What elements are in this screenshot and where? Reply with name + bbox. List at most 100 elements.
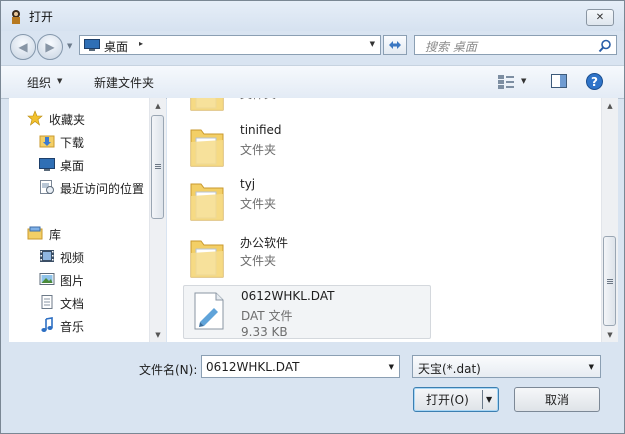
list-item[interactable]: 办公软件 文件夹 (183, 231, 431, 285)
close-icon: ✕ (595, 12, 605, 23)
list-item[interactable]: 文件夹 (183, 98, 431, 118)
navigation-pane-scrollbar[interactable]: ▲ ▼ (149, 98, 166, 342)
file-type-filter[interactable]: 天宝(*.dat) ▼ (412, 355, 601, 378)
views-dropdown-icon[interactable]: ▼ (521, 77, 526, 85)
refresh-button[interactable] (383, 35, 407, 55)
open-options-dropdown-icon[interactable]: ▼ (486, 395, 492, 404)
cancel-button[interactable]: 取消 (514, 387, 600, 412)
preview-pane-icon[interactable] (551, 74, 567, 88)
scroll-up-icon[interactable]: ▲ (150, 98, 166, 113)
file-type: 文件夹 (240, 98, 276, 102)
forward-button[interactable]: ▶ (37, 34, 63, 60)
organize-dropdown-icon[interactable]: ▼ (57, 77, 62, 85)
open-file-dialog: 打开 ✕ ◀ ▶ ▼ 桌面 ▸ ▼ 搜索 桌面 组织 ▼ 新建文件夹 ▼ ? 收… (0, 0, 625, 434)
library-icon (27, 226, 43, 240)
recent-places-icon (40, 180, 54, 194)
help-icon[interactable]: ? (586, 73, 603, 90)
scroll-down-icon[interactable]: ▼ (602, 327, 618, 342)
sidebar-item-pictures[interactable]: 图片 (9, 269, 149, 289)
sidebar-header-favorites[interactable]: 收藏夹 (9, 108, 149, 128)
file-type-filter-value: 天宝(*.dat) (418, 362, 481, 376)
star-icon (27, 110, 43, 126)
back-button[interactable]: ◀ (10, 34, 36, 60)
file-type: 文件夹 (240, 254, 277, 268)
arrow-right-icon: ▶ (45, 40, 55, 54)
window-title: 打开 (29, 10, 54, 24)
file-type: DAT 文件 (241, 309, 293, 323)
sidebar-item-label: 文档 (60, 297, 85, 311)
sidebar-item-label: 收藏夹 (49, 113, 86, 127)
file-list-scrollbar[interactable]: ▲ ▼ (601, 98, 618, 342)
folder-icon (190, 183, 224, 221)
app-icon (12, 10, 20, 24)
address-dropdown-icon[interactable]: ▼ (370, 40, 375, 48)
sidebar-item-label: 图片 (60, 274, 85, 288)
recent-locations-dropdown[interactable]: ▼ (67, 42, 72, 50)
video-library-icon (40, 250, 54, 262)
sidebar-item-label: 最近访问的位置 (60, 182, 145, 196)
file-name: tyj (240, 177, 256, 191)
filename-label: 文件名(N): (139, 363, 198, 377)
list-item[interactable]: tinified 文件夹 (183, 120, 431, 174)
file-list-pane: 文件夹 tinified 文件夹 tyj 文件夹 办公软件 文件夹 (167, 98, 601, 342)
sidebar-item-label: 库 (49, 228, 62, 242)
chevron-down-icon[interactable]: ▼ (389, 363, 394, 371)
sidebar-header-libraries[interactable]: 库 (9, 223, 149, 243)
sidebar-item-documents[interactable]: 文档 (9, 292, 149, 312)
folder-icon (190, 240, 224, 278)
download-folder-icon (39, 135, 55, 148)
scroll-thumb[interactable] (151, 115, 164, 219)
file-size: 9.33 KB (241, 325, 288, 339)
address-bar[interactable]: 桌面 ▸ ▼ (79, 35, 381, 55)
sidebar-item-videos[interactable]: 视频 (9, 246, 149, 266)
sidebar-item-label: 桌面 (60, 159, 85, 173)
split-divider (482, 390, 483, 409)
address-location[interactable]: 桌面 (104, 38, 128, 55)
music-library-icon (41, 317, 53, 332)
open-button-label: 打开(O) (426, 393, 469, 407)
scroll-up-icon[interactable]: ▲ (602, 98, 618, 113)
sidebar-item-music[interactable]: 音乐 (9, 315, 149, 335)
organize-menu[interactable]: 组织 (27, 74, 51, 91)
sidebar-item-label: 音乐 (60, 320, 85, 334)
dat-file-icon (194, 292, 224, 330)
file-name: 办公软件 (240, 236, 289, 250)
title-bar[interactable]: 打开 ✕ (1, 1, 624, 31)
folder-icon (190, 98, 224, 111)
navigation-pane: 收藏夹 下载 桌面 最近访问的位置 库 视频 图片 文档 音乐 (9, 98, 149, 342)
pictures-library-icon (39, 273, 55, 285)
file-type: 文件夹 (240, 143, 277, 157)
sidebar-item-desktop[interactable]: 桌面 (9, 154, 149, 174)
views-icon[interactable] (497, 74, 515, 90)
new-folder-button[interactable]: 新建文件夹 (94, 74, 154, 91)
refresh-icon (389, 41, 401, 49)
list-item[interactable]: tyj 文件夹 (183, 174, 431, 228)
list-item-selected[interactable]: 0612WHKL.DAT DAT 文件 9.33 KB (183, 285, 431, 339)
filename-field[interactable]: 0612WHKL.DAT ▼ (201, 355, 400, 378)
desktop-icon (39, 158, 55, 171)
filename-value[interactable]: 0612WHKL.DAT (206, 360, 299, 374)
open-button[interactable]: 打开(O) ▼ (413, 387, 499, 412)
scroll-thumb[interactable] (603, 236, 616, 326)
close-button[interactable]: ✕ (586, 9, 614, 26)
file-name: 0612WHKL.DAT (241, 289, 335, 303)
search-icon[interactable] (598, 39, 612, 53)
sidebar-item-downloads[interactable]: 下载 (9, 131, 149, 151)
breadcrumb-chevron-icon[interactable]: ▸ (139, 39, 143, 48)
scroll-down-icon[interactable]: ▼ (150, 327, 166, 342)
search-box[interactable]: 搜索 桌面 (414, 35, 617, 55)
file-name: tinified (240, 123, 282, 137)
cancel-button-label: 取消 (544, 393, 569, 407)
arrow-left-icon: ◀ (18, 40, 28, 54)
documents-library-icon (41, 295, 53, 309)
svg-text:?: ? (591, 75, 598, 89)
sidebar-item-recent-places[interactable]: 最近访问的位置 (9, 177, 149, 197)
search-input[interactable]: 搜索 桌面 (425, 38, 477, 55)
file-type: 文件夹 (240, 197, 277, 211)
command-bar: 组织 ▼ 新建文件夹 ▼ ? (1, 65, 624, 99)
desktop-icon (84, 39, 100, 51)
sidebar-item-label: 视频 (60, 251, 85, 265)
chevron-down-icon[interactable]: ▼ (589, 363, 594, 371)
sidebar-item-label: 下载 (60, 136, 85, 150)
folder-icon (190, 129, 224, 167)
